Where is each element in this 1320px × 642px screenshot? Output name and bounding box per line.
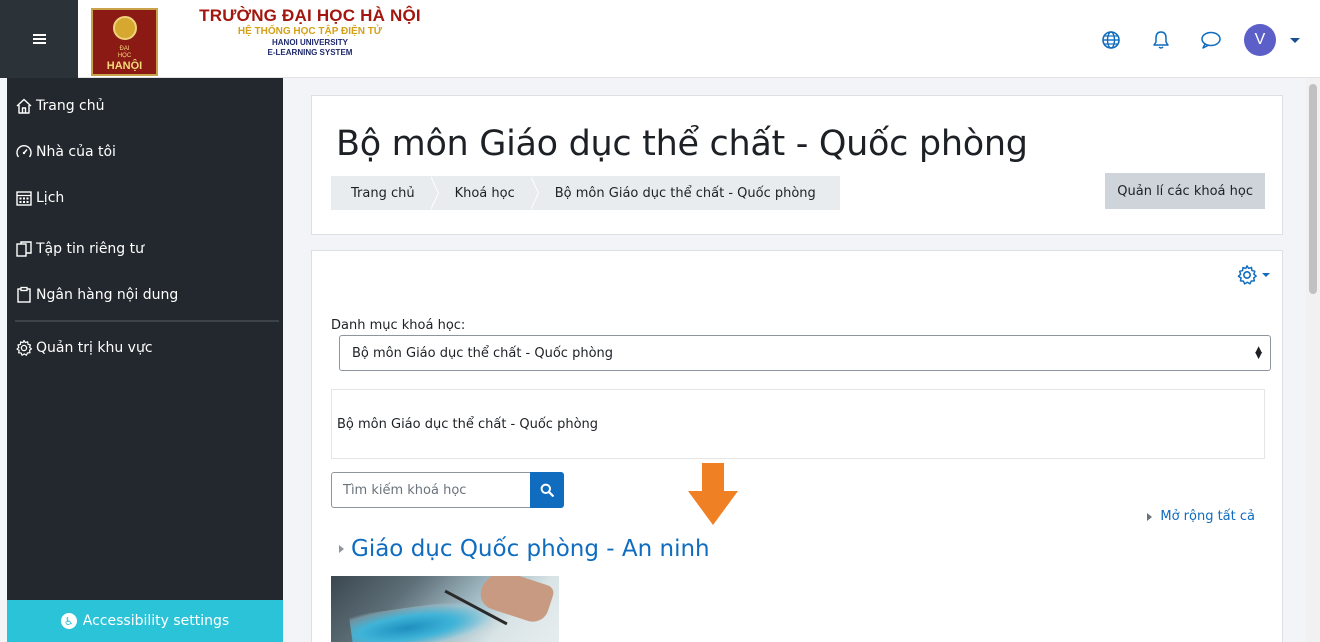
expand-all-link[interactable]: Mở rộng tất cả [1147, 509, 1255, 524]
brand-english-name: HANOI UNIVERSITY [271, 38, 348, 47]
category-select[interactable]: Bộ môn Giáo dục thể chất - Quốc phòng ▲ ▼ [339, 335, 1271, 371]
sidebar-item-label: Nhà của tôi [36, 144, 116, 160]
search-icon [540, 483, 554, 497]
globe-icon[interactable] [1100, 29, 1122, 51]
gear-icon [15, 339, 33, 357]
gear-icon [1237, 265, 1257, 285]
sidebar-item-site-admin[interactable]: Quản trị khu vực [7, 325, 283, 371]
sidebar-item-home[interactable]: Trang chủ [7, 83, 283, 129]
breadcrumb-item-home[interactable]: Trang chủ [331, 176, 439, 210]
course-search-input[interactable]: Tìm kiếm khoá học [331, 472, 530, 508]
category-selected-value: Bộ môn Giáo dục thể chất - Quốc phòng [352, 345, 614, 361]
page-title: Bộ môn Giáo dục thể chất - Quốc phòng [336, 124, 1028, 164]
annotation-arrow-icon [688, 463, 738, 525]
category-description: Bộ môn Giáo dục thể chất - Quốc phòng [331, 389, 1265, 459]
bell-icon[interactable] [1150, 29, 1172, 51]
sidebar-item-label: Tập tin riêng tư [36, 241, 145, 257]
brand-university-name: TRƯỜNG ĐẠI HỌC HÀ NỘI [199, 6, 421, 25]
settings-menu-button[interactable] [1236, 264, 1270, 286]
select-arrows-icon: ▲ ▼ [1255, 345, 1262, 361]
menu-toggle-button[interactable] [0, 0, 78, 78]
course-item-title[interactable]: Giáo dục Quốc phòng - An ninh [339, 536, 710, 562]
page-header-card: Bộ môn Giáo dục thể chất - Quốc phòng Tr… [311, 95, 1283, 235]
accessibility-settings-button[interactable]: ♿ Accessibility settings [7, 600, 283, 642]
calendar-icon [15, 189, 33, 207]
sidebar-item-label: Ngân hàng nội dung [36, 287, 179, 303]
course-title-link[interactable]: Giáo dục Quốc phòng - An ninh [351, 536, 710, 562]
course-category-card: Danh mục khoá học: Bộ môn Giáo dục thể c… [311, 250, 1283, 642]
hamburger-icon [32, 34, 46, 44]
brand-system-name: HỆ THỐNG HỌC TẬP ĐIỆN TỬ [237, 26, 383, 37]
logo-text-line2: HỌC [117, 53, 132, 59]
expand-all-label: Mở rộng tất cả [1160, 509, 1255, 524]
accessibility-label: Accessibility settings [82, 613, 230, 629]
files-icon [15, 240, 33, 258]
sidebar-item-private-files[interactable]: Tập tin riêng tư [7, 226, 283, 272]
accessibility-icon: ♿ [60, 613, 77, 629]
top-navbar: ĐẠI HỌC HANỘI TRƯỜNG ĐẠI HỌC HÀ NỘI HỆ T… [0, 0, 1320, 78]
logo-text-line1: ĐẠI [119, 46, 130, 52]
page-scrollbar[interactable] [1306, 78, 1320, 642]
sidebar-item-label: Trang chủ [36, 98, 105, 114]
university-logo[interactable]: ĐẠI HỌC HANỘI [91, 8, 158, 76]
clipboard-icon [15, 286, 33, 304]
home-icon [15, 97, 33, 115]
breadcrumb-item-courses[interactable]: Khoá học [431, 176, 539, 210]
scrollbar-thumb[interactable] [1309, 84, 1317, 294]
logo-text-hanoi: HANỘI [106, 60, 143, 72]
breadcrumb-item-current[interactable]: Bộ môn Giáo dục thể chất - Quốc phòng [531, 176, 840, 210]
site-brand[interactable]: TRƯỜNG ĐẠI HỌC HÀ NỘI HỆ THỐNG HỌC TẬP Đ… [190, 6, 430, 58]
manage-courses-button[interactable]: Quản lí các khoá học [1105, 173, 1265, 209]
sidebar-item-content-bank[interactable]: Ngân hàng nội dung [7, 272, 283, 318]
search-button[interactable] [530, 472, 564, 508]
expand-triangle-icon [1147, 512, 1153, 521]
brand-english-system: E-LEARNING SYSTEM [267, 48, 353, 57]
user-avatar[interactable]: V [1244, 24, 1276, 56]
sidebar-item-calendar[interactable]: Lịch [7, 175, 283, 221]
sidebar-item-dashboard[interactable]: Nhà của tôi [7, 129, 283, 175]
sidebar-item-label: Quản trị khu vực [36, 340, 153, 356]
user-menu-caret-icon[interactable] [1290, 37, 1300, 43]
collapse-triangle-icon [339, 545, 344, 553]
chat-icon[interactable] [1200, 29, 1222, 51]
sidebar-item-label: Lịch [36, 190, 65, 206]
category-label: Danh mục khoá học: [331, 318, 466, 333]
course-image[interactable] [331, 576, 559, 642]
navbar-actions: V [1072, 24, 1300, 56]
chevron-down-icon [1262, 273, 1270, 277]
breadcrumb: Trang chủ Khoá học Bộ môn Giáo dục thể c… [331, 176, 840, 210]
crest-emblem-icon [113, 16, 137, 40]
sidebar-divider [15, 320, 279, 322]
left-sidebar: Trang chủ Nhà của tôi Lịch Tập tin riêng… [7, 78, 283, 642]
dashboard-icon [15, 143, 33, 161]
